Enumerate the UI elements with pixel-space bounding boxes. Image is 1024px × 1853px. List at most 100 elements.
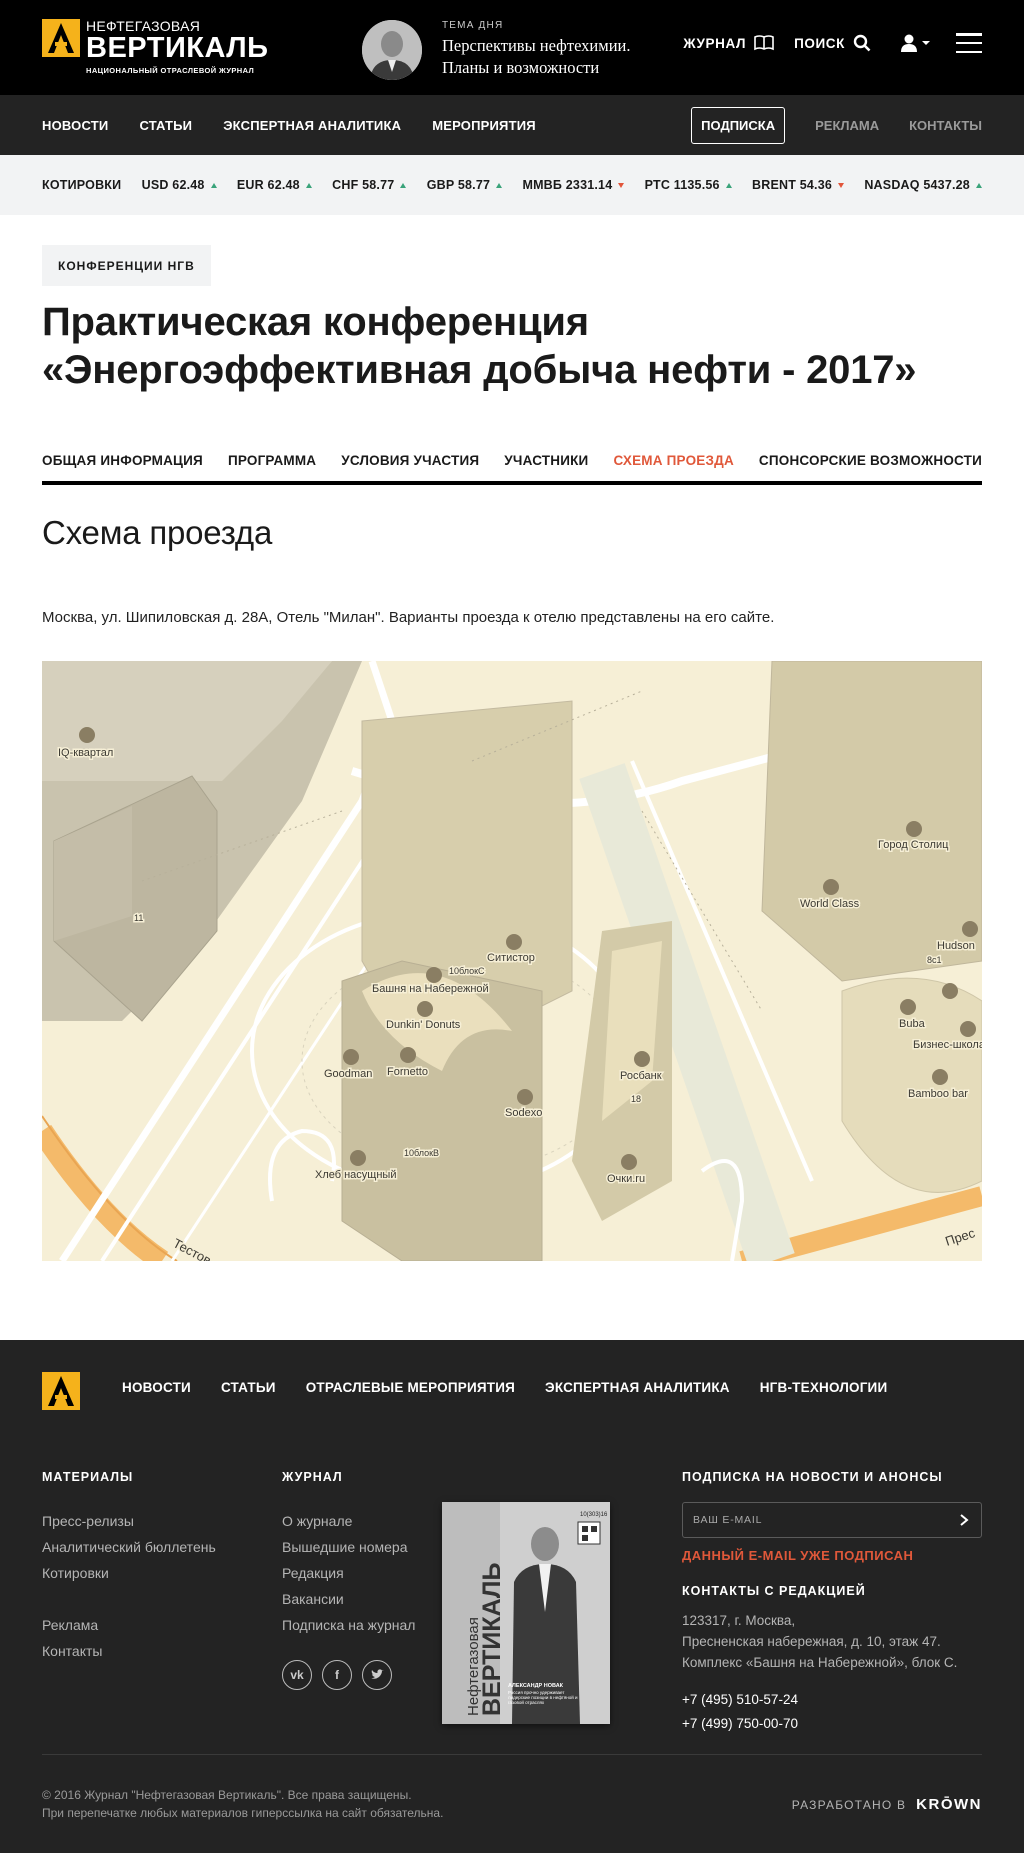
nav-item-articles[interactable]: СТАТЬИ xyxy=(139,118,192,133)
topic-label: ТЕМА ДНЯ xyxy=(442,20,504,31)
journal-link[interactable]: ЖУРНАЛ xyxy=(683,35,774,51)
quotes-label: КОТИРОВКИ xyxy=(42,178,122,192)
menu-burger-icon[interactable] xyxy=(956,33,982,53)
link-about-journal[interactable]: О журнале xyxy=(282,1513,352,1529)
submit-email-button[interactable] xyxy=(947,1503,981,1537)
tab-directions[interactable]: СХЕМА ПРОЕЗДА xyxy=(613,450,733,481)
topic-of-day[interactable]: ТЕМА ДНЯ Перспективы нефтехимии. Планы и… xyxy=(362,20,630,80)
developer-logo[interactable]: KRŌWN xyxy=(916,1796,982,1813)
footer-materials: МАТЕРИАЛЫ Пресс-релизы Аналитический бюл… xyxy=(42,1470,216,1664)
map[interactable]: IQ-квартал Город Столиц World Class Huds… xyxy=(42,661,982,1261)
link-editorial[interactable]: Редакция xyxy=(282,1565,344,1581)
footer-nav-tech[interactable]: НГВ-ТЕХНОЛОГИИ xyxy=(760,1380,888,1395)
topic-title-line: Перспективы нефтехимии. xyxy=(442,36,631,55)
nav-item-contacts[interactable]: КОНТАКТЫ xyxy=(909,118,982,133)
journal-cover[interactable]: 10(303)16 Нефтегазовая ВЕРТИКАЛЬ АЛЕКСАН… xyxy=(442,1502,610,1724)
person-photo-icon xyxy=(362,20,422,80)
quote-text: CHF 58.77 xyxy=(332,178,395,192)
footer-nav-news[interactable]: НОВОСТИ xyxy=(122,1380,191,1395)
map-label: Хлеб насущный xyxy=(315,1169,396,1181)
link-ads[interactable]: Реклама xyxy=(42,1617,98,1633)
logo-main-text: ВЕРТИКАЛЬ xyxy=(86,32,269,64)
phone-link[interactable]: +7 (499) 750-00-70 xyxy=(682,1716,798,1731)
tab-sponsorship[interactable]: СПОНСОРСКИЕ ВОЗМОЖНОСТИ xyxy=(759,450,982,481)
vk-icon[interactable]: vk xyxy=(282,1660,312,1690)
user-icon xyxy=(901,34,917,52)
link-press-releases[interactable]: Пресс-релизы xyxy=(42,1513,134,1529)
quote-eur[interactable]: EUR 62.48 xyxy=(237,178,312,192)
page-title-line: «Энергоэффективная добыча нефти - 2017» xyxy=(42,348,917,392)
quote-text: РТС 1135.56 xyxy=(644,178,720,192)
user-menu[interactable] xyxy=(891,33,930,53)
cover-brand-main: ВЕРТИКАЛЬ xyxy=(478,1563,506,1716)
tab-program[interactable]: ПРОГРАММА xyxy=(228,450,316,481)
phone-link[interactable]: +7 (495) 510-57-24 xyxy=(682,1692,798,1707)
caret-down-icon xyxy=(922,41,930,45)
map-label: Ситистор xyxy=(487,952,535,964)
map-label: Goodman xyxy=(324,1068,372,1080)
top-header: НЕФТЕГАЗОВАЯ ВЕРТИКАЛЬ НАЦИОНАЛЬНЫЙ ОТРА… xyxy=(0,0,1024,95)
site-logo[interactable]: НЕФТЕГАЗОВАЯ ВЕРТИКАЛЬ НАЦИОНАЛЬНЫЙ ОТРА… xyxy=(42,19,269,75)
trend-down-icon xyxy=(838,182,845,188)
quote-text: ММВБ 2331.14 xyxy=(522,178,613,192)
nav-item-ads[interactable]: РЕКЛАМА xyxy=(815,118,879,133)
quote-chf[interactable]: CHF 58.77 xyxy=(332,178,407,192)
search-link[interactable]: ПОИСК xyxy=(794,34,871,52)
map-label: Buba xyxy=(899,1018,926,1030)
link-back-issues[interactable]: Вышедшие номера xyxy=(282,1539,408,1555)
map-label: Город Столиц xyxy=(878,839,949,851)
map-label: Sodexo xyxy=(505,1107,542,1119)
nav-item-news[interactable]: НОВОСТИ xyxy=(42,118,108,133)
tab-general-info[interactable]: ОБЩАЯ ИНФОРМАЦИЯ xyxy=(42,450,203,481)
address-text: Москва, ул. Шипиловская д. 28А, Отель "М… xyxy=(42,609,775,626)
logo-top-text: НЕФТЕГАЗОВАЯ xyxy=(86,18,201,34)
book-icon xyxy=(754,35,774,51)
footer-logo-icon[interactable] xyxy=(42,1372,80,1410)
footer-nav-articles[interactable]: СТАТЬИ xyxy=(221,1380,276,1395)
quote-micex[interactable]: ММВБ 2331.14 xyxy=(522,178,625,192)
twitter-icon[interactable] xyxy=(362,1660,392,1690)
contacts-phones: +7 (495) 510-57-24 +7 (499) 750-00-70 xyxy=(682,1688,798,1736)
quote-rts[interactable]: РТС 1135.56 xyxy=(645,178,732,192)
link-contacts[interactable]: Контакты xyxy=(42,1643,102,1659)
footer-nav-events[interactable]: ОТРАСЛЕВЫЕ МЕРОПРИЯТИЯ xyxy=(306,1380,515,1395)
link-vacancies[interactable]: Вакансии xyxy=(282,1591,344,1607)
search-icon xyxy=(853,34,871,52)
map-label: Башня на Набережной xyxy=(372,983,489,995)
page-title: Практическая конференция «Энергоэффектив… xyxy=(42,298,982,394)
map-label: 18 xyxy=(631,1094,641,1104)
address-line: Пресненская набережная, д. 10, этаж 47. xyxy=(682,1634,941,1649)
logo-subtitle: НАЦИОНАЛЬНЫЙ ОТРАСЛЕВОЙ ЖУРНАЛ xyxy=(86,66,255,75)
tab-participants[interactable]: УЧАСТНИКИ xyxy=(504,450,588,481)
subscribe-button[interactable]: ПОДПИСКА xyxy=(691,106,786,144)
facebook-icon[interactable]: f xyxy=(322,1660,352,1690)
developer-credit: РАЗРАБОТАНО В KRŌWN xyxy=(792,1796,982,1813)
nav-item-events[interactable]: МЕРОПРИЯТИЯ xyxy=(432,118,536,133)
logo-mark-icon xyxy=(42,19,80,57)
subscribe-title: ПОДПИСКА НА НОВОСТИ И АНОНСЫ xyxy=(682,1470,943,1484)
developed-by-label: РАЗРАБОТАНО В xyxy=(791,1797,907,1812)
map-label: 10блокС xyxy=(449,966,485,976)
materials-title: МАТЕРИАЛЫ xyxy=(42,1470,134,1484)
link-quotes[interactable]: Котировки xyxy=(42,1565,109,1581)
cover-person: АЛЕКСАНДР НОВАК xyxy=(508,1683,564,1689)
quote-gbp[interactable]: GBP 58.77 xyxy=(427,178,503,192)
email-input[interactable] xyxy=(693,1514,947,1526)
tab-participation-terms[interactable]: УСЛОВИЯ УЧАСТИЯ xyxy=(341,450,479,481)
link-subscribe-journal[interactable]: Подписка на журнал xyxy=(282,1617,415,1633)
topic-title-line: Планы и возможности xyxy=(442,58,600,77)
quote-brent[interactable]: BRENT 54.36 xyxy=(752,178,845,192)
trend-down-icon xyxy=(618,182,625,188)
event-tabs: ОБЩАЯ ИНФОРМАЦИЯ ПРОГРАММА УСЛОВИЯ УЧАСТ… xyxy=(42,450,982,485)
journal-title: ЖУРНАЛ xyxy=(282,1470,343,1484)
category-tag[interactable]: КОНФЕРЕНЦИИ НГВ xyxy=(42,245,211,286)
link-analytics-bulletin[interactable]: Аналитический бюллетень xyxy=(42,1539,216,1555)
trend-up-icon xyxy=(975,182,982,188)
quote-usd[interactable]: USD 62.48 xyxy=(142,178,217,192)
cover-caption: Россия прочно удерживает лидерские позиц… xyxy=(508,1690,578,1705)
quote-text: BRENT 54.36 xyxy=(752,178,833,192)
footer-nav-analytics[interactable]: ЭКСПЕРТНАЯ АНАЛИТИКА xyxy=(545,1380,730,1395)
map-label: IQ-квартал xyxy=(58,747,113,759)
quote-nasdaq[interactable]: NASDAQ 5437.28 xyxy=(864,178,982,192)
nav-item-analytics[interactable]: ЭКСПЕРТНАЯ АНАЛИТИКА xyxy=(223,118,401,133)
